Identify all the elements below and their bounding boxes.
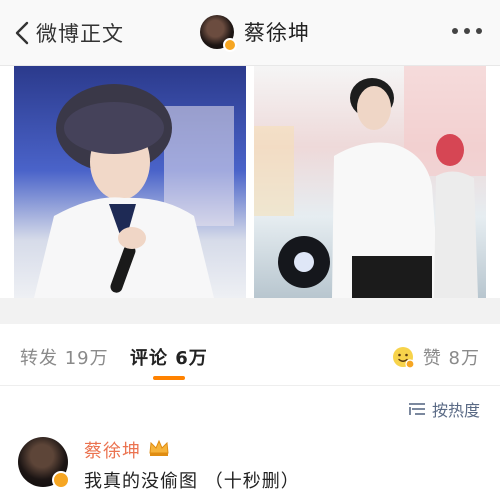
more-dot-icon [452,28,458,34]
verified-badge-icon [223,38,237,52]
tab-repost-label: 转发 [20,348,58,369]
section-divider [0,298,500,324]
verified-badge-icon [52,471,70,489]
more-options-button[interactable] [452,28,482,34]
back-label: 微博正文 [36,22,124,46]
sort-by-hot-button[interactable]: 按热度 [408,397,480,421]
post-images [0,66,500,298]
chevron-left-icon [15,21,29,45]
more-dot-icon [476,28,482,34]
avatar[interactable] [18,437,70,489]
nav-user-profile[interactable]: 蔡徐坤 [200,15,310,52]
like-emoji-icon [392,347,415,369]
comment-author[interactable]: 蔡徐坤 [84,437,141,463]
top-nav-bar: 微博正文 蔡徐坤 [0,0,500,66]
post-image-1[interactable] [14,66,246,298]
tab-like-count: 8万 [448,348,480,369]
nav-user-name[interactable]: 蔡徐坤 [244,17,310,47]
performer-photo-image [14,66,246,298]
tab-like-label: 赞 [422,348,442,369]
performer-photo-image [254,66,486,298]
comment-text: 我真的没偷图 （十秒删） [84,471,300,492]
sort-bar: 按热度 [0,387,500,427]
back-button[interactable]: 微博正文 [12,18,124,48]
more-dot-icon [464,28,470,34]
interaction-tabs: 转发 19万 评论 6万 赞 8万 [0,324,500,386]
tab-comment-count: 6万 [175,348,208,369]
sort-icon [408,403,425,415]
sort-label: 按热度 [431,401,480,420]
tab-like[interactable]: 赞 8万 [391,344,480,370]
tab-comment[interactable]: 评论 6万 [130,344,208,370]
post-image-2[interactable] [254,66,486,298]
tab-repost[interactable]: 转发 19万 [20,344,109,370]
avatar[interactable] [200,15,237,52]
crown-badge-icon [149,439,169,456]
tab-repost-count: 19万 [64,348,109,369]
comment-item: 蔡徐坤 我真的没偷图 （十秒删） [0,427,500,499]
active-tab-indicator [153,376,185,380]
tab-comment-label: 评论 [130,348,168,369]
